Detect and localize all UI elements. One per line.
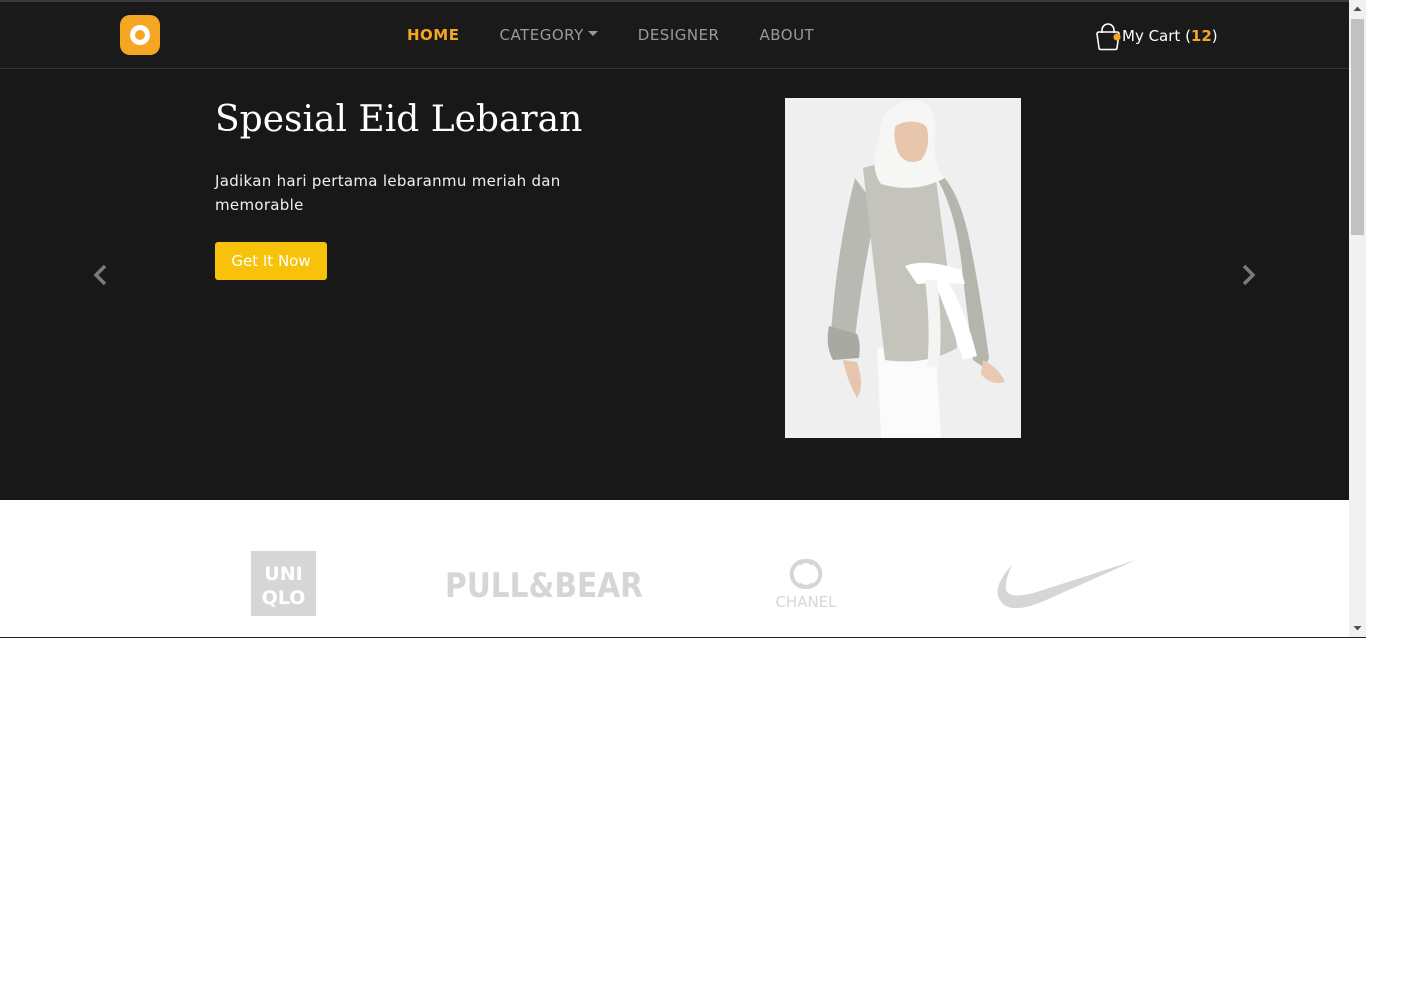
caret-down-icon (587, 31, 598, 36)
nav-item-designer[interactable]: DESIGNER (638, 26, 720, 44)
navbar: HOME CATEGORY DESIGNER ABOUT My Cart (12… (0, 0, 1349, 69)
logo-ring-icon[interactable] (120, 15, 160, 55)
pullbear-text: PULL&BEAR (445, 566, 643, 604)
brand-logo-chanel: CHANEL (769, 558, 843, 611)
brand-logo-pullbear: PULL&BEAR (445, 564, 645, 606)
nav-item-category-label: CATEGORY (499, 26, 584, 44)
vertical-scrollbar[interactable] (1349, 0, 1366, 637)
cart-suffix: ) (1211, 27, 1218, 45)
hero-product-image (785, 98, 1021, 438)
brand-logos: UNI QLO PULL&BEAR CHANEL (0, 500, 1349, 637)
cart-count-badge: 12 (1190, 27, 1212, 45)
uniqlo-line-2: QLO (262, 587, 306, 609)
nav-item-about[interactable]: ABOUT (759, 26, 814, 44)
get-it-now-button[interactable]: Get It Now (215, 242, 327, 280)
scroll-up-arrow-icon[interactable] (1349, 0, 1366, 17)
cart-prefix: My Cart ( (1122, 27, 1191, 45)
chevron-left-icon[interactable] (90, 262, 112, 288)
nav-item-home[interactable]: HOME (407, 26, 459, 44)
cart-label: My Cart (12) (1122, 27, 1218, 45)
nav-item-category[interactable]: CATEGORY (499, 26, 598, 44)
scroll-down-arrow-icon[interactable] (1349, 620, 1366, 637)
scrollbar-thumb[interactable] (1351, 19, 1364, 235)
cart-link[interactable]: My Cart (12) (1094, 21, 1218, 51)
chevron-right-icon[interactable] (1237, 262, 1259, 288)
brand-logo-uniqlo: UNI QLO (251, 551, 316, 616)
browser-viewport: HOME CATEGORY DESIGNER ABOUT My Cart (12… (0, 0, 1366, 638)
brand-logo-nike (994, 557, 1136, 611)
hero-carousel: Spesial Eid Lebaran Jadikan hari pertama… (0, 69, 1349, 500)
chanel-text: CHANEL (775, 593, 837, 610)
hero-title: Spesial Eid Lebaran (215, 99, 583, 140)
shopping-bag-icon (1094, 21, 1122, 51)
hero-description: Jadikan hari pertama lebaranmu meriah da… (215, 172, 561, 214)
nav-menu: HOME CATEGORY DESIGNER ABOUT (407, 26, 854, 44)
uniqlo-line-1: UNI (264, 563, 302, 585)
